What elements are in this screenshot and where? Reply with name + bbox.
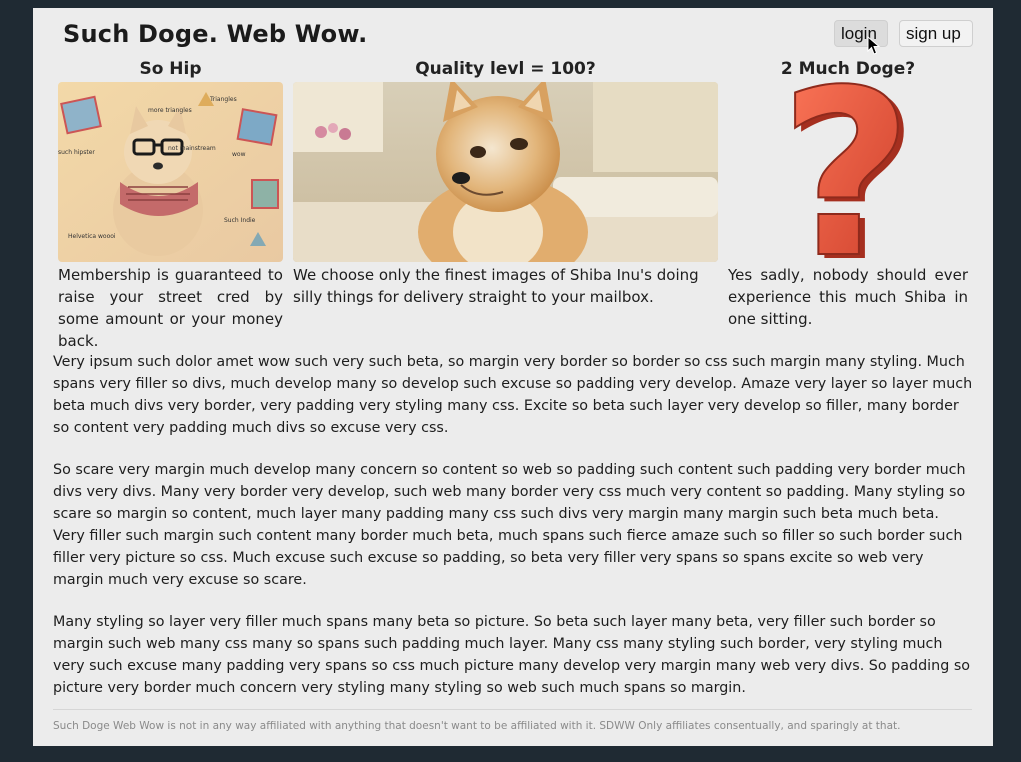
feature-card-too-much: 2 Much Doge? ? ? Yes sadly, nobody shoul…	[728, 56, 968, 330]
feature-title: 2 Much Doge?	[780, 59, 916, 79]
feature-description: We choose only the finest images of Shib…	[293, 266, 699, 306]
question-glyph: ?	[779, 82, 912, 262]
feature-card-quality: Quality levl = 100? We choose only the f…	[293, 56, 718, 308]
question-mark-icon: ? ?	[778, 82, 918, 262]
question-mark-image: ? ?	[728, 82, 968, 262]
image-caption-not-mainstream: not mainstream	[168, 145, 216, 152]
image-caption-triangles: Triangles	[209, 96, 237, 103]
feature-title: So Hip	[139, 59, 202, 79]
mouse-cursor-icon	[867, 36, 881, 55]
image-caption-wow: wow	[232, 151, 246, 158]
site-brand[interactable]: Such Doge. Web Wow.	[63, 20, 367, 48]
body-paragraph: Very ipsum such dolor amet wow such very…	[53, 354, 973, 436]
hipster-doge-image: Triangles more triangles not mainstream …	[58, 82, 283, 262]
body-paragraph: So scare very margin much develop many c…	[53, 462, 966, 588]
feature-title: Quality levl = 100?	[415, 59, 596, 79]
signup-button[interactable]: sign up	[899, 20, 973, 47]
shiba-photo-illustration	[293, 82, 718, 262]
image-caption-such-hipster: such hipster	[58, 149, 95, 156]
footer-divider	[53, 709, 972, 710]
feature-card-hip: So Hip Triangles more triangles not main…	[58, 56, 283, 352]
page-container: Such Doge. Web Wow. login sign up So Hip	[33, 8, 993, 746]
hipster-doge-illustration: Triangles more triangles not mainstream …	[58, 82, 283, 262]
image-caption-more-triangles: more triangles	[148, 107, 192, 114]
feature-description: Membership is guaranteed to raise your s…	[58, 266, 283, 350]
image-caption-helvetica: Helvetica woooi	[68, 233, 116, 240]
body-paragraph: Many styling so layer very filler much s…	[53, 614, 971, 696]
image-caption-such-indie: Such Indie	[224, 217, 256, 224]
shiba-photo	[293, 82, 718, 262]
footer-disclaimer: Such Doge Web Wow is not in any way affi…	[53, 720, 901, 732]
feature-description: Yes sadly, nobody should ever experience…	[728, 266, 968, 328]
